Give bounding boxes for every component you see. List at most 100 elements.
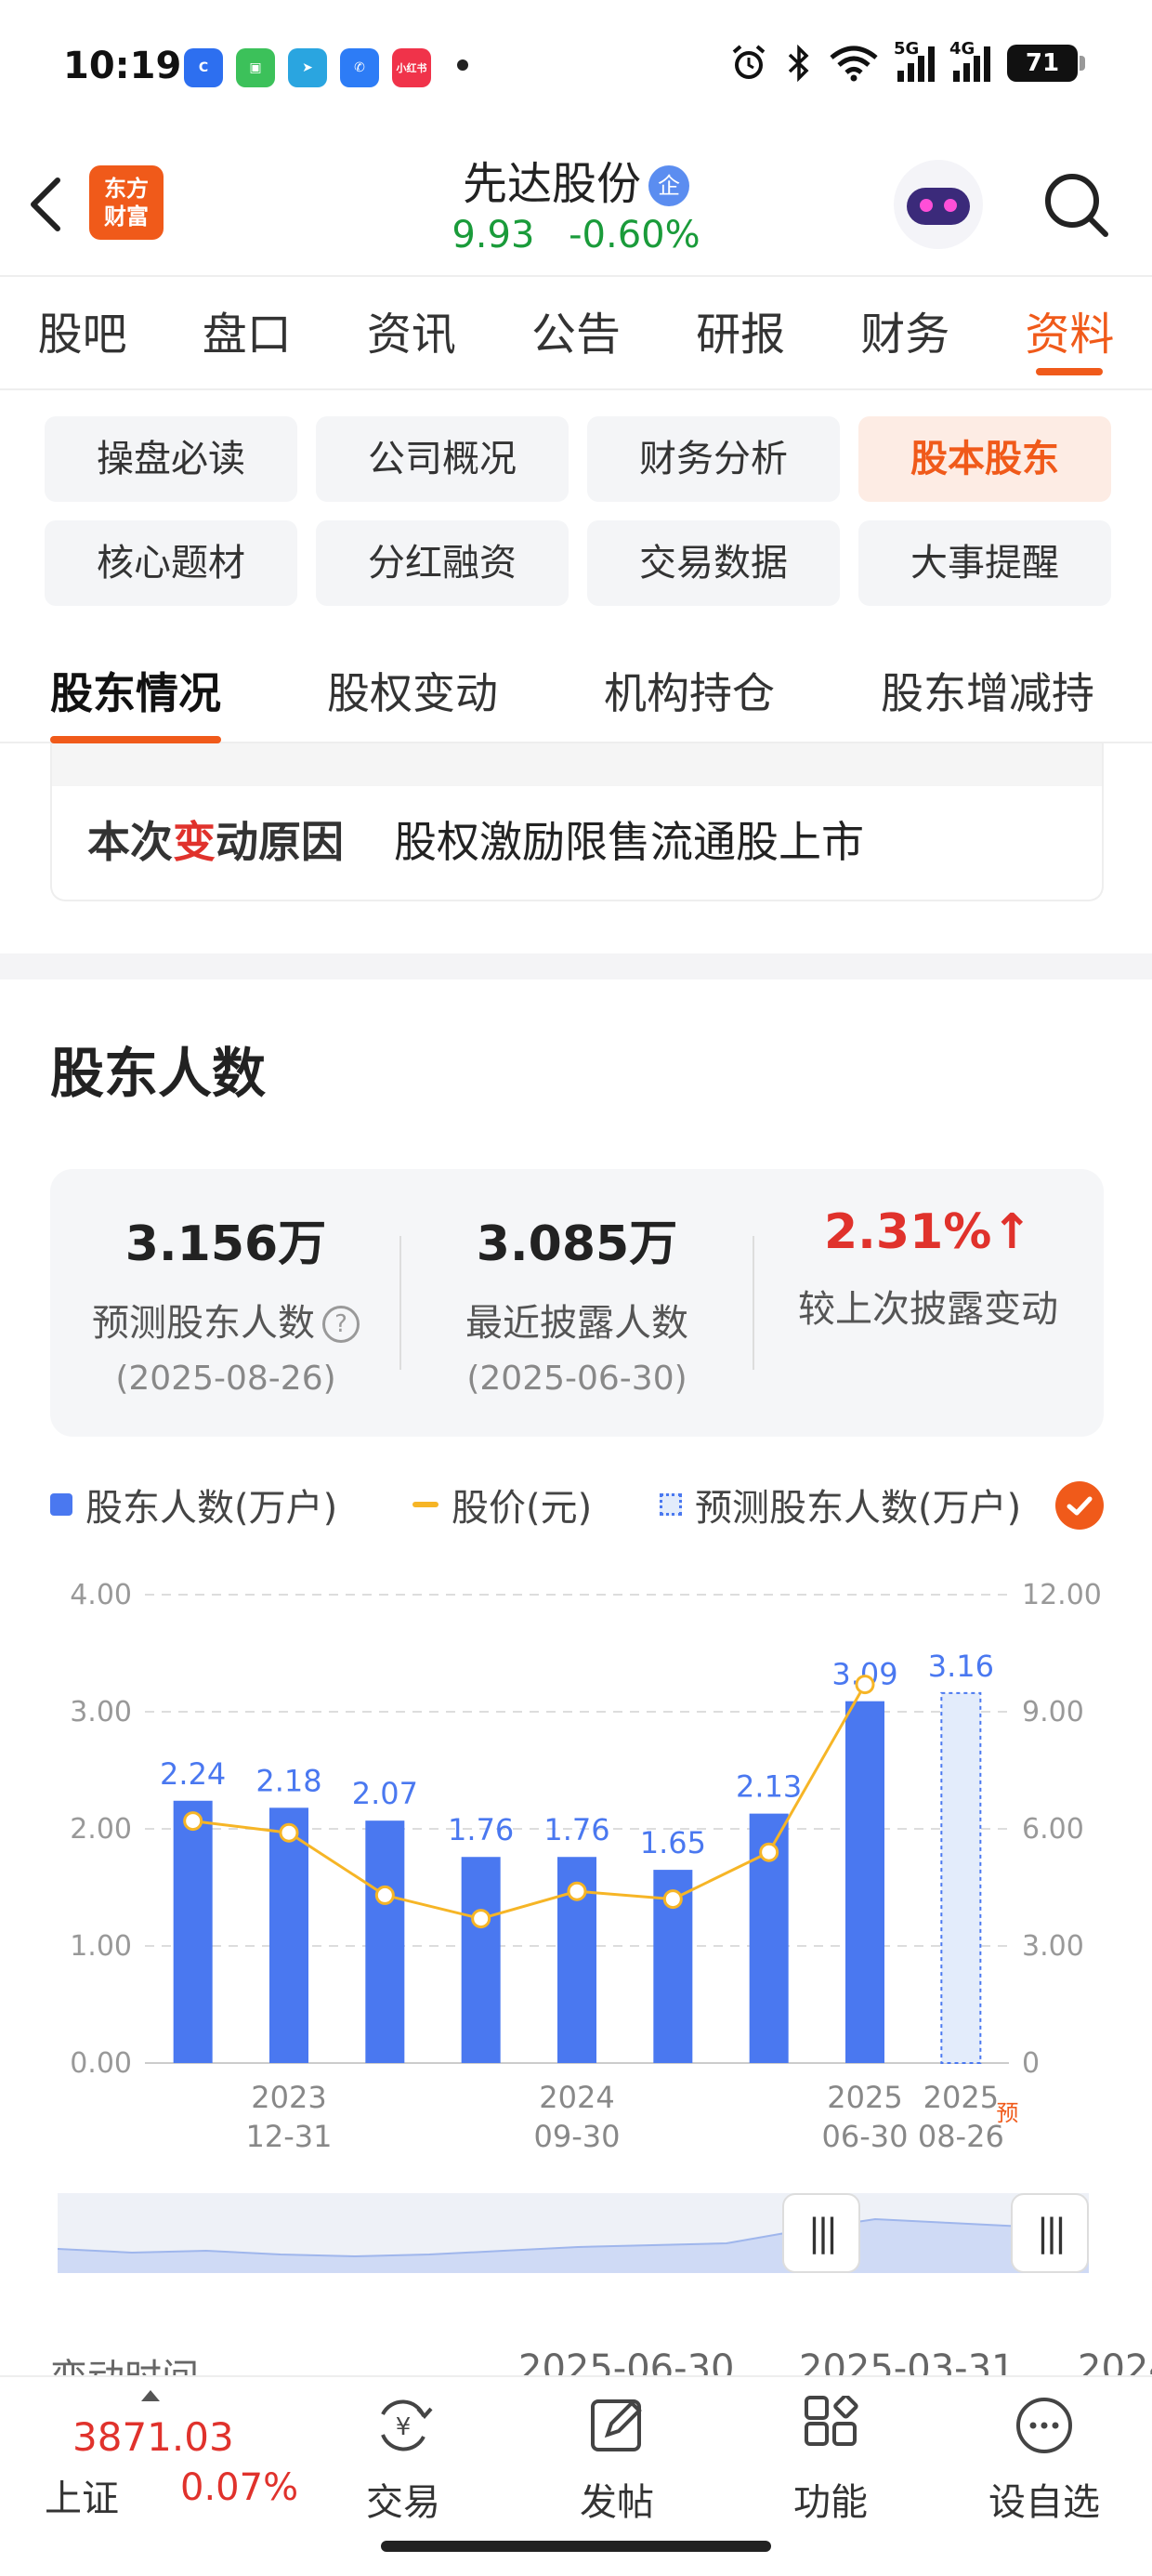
holder-tab[interactable]: 股权变动 (327, 660, 498, 721)
sub-category-pill[interactable]: 分红融资 (316, 520, 569, 606)
bar-label: 1.76 (543, 1812, 609, 1847)
xiaohongshu-icon: 小红书 (392, 48, 431, 87)
legend-forecast[interactable]: 预测股东人数(万户) (660, 1478, 1021, 1531)
main-tab[interactable]: 研报 (659, 277, 823, 388)
price-point (855, 1675, 875, 1695)
change-reason-label-a: 本次 (87, 817, 173, 867)
legend-price-label: 股价(元) (452, 1487, 593, 1530)
more-notifications-dot (457, 59, 468, 71)
y-left-tick-label: 0.00 (70, 2047, 132, 2080)
status-app-icons: C ▣ ➤ ✆ 小红书 (184, 48, 431, 87)
holder-stats-card: 3.156万 预测股东人数? (2025-08-26) 3.085万 最近披露人… (50, 1169, 1104, 1437)
slider-left-handle[interactable]: ||| (782, 2193, 860, 2273)
sub-category-pill[interactable]: 股本股东 (858, 416, 1111, 502)
index-name[interactable]: 上证 (45, 2468, 119, 2522)
stat-change-value: 2.31% (824, 1204, 992, 1260)
expand-arrow-icon[interactable] (141, 2390, 160, 2401)
holder-tab[interactable]: 机构持仓 (604, 660, 775, 721)
search-button[interactable] (1039, 167, 1113, 242)
nav-functions-label: 功能 (793, 2481, 868, 2524)
main-tab[interactable]: 资讯 (329, 277, 493, 388)
price-point (279, 1822, 299, 1843)
help-icon[interactable]: ? (322, 1306, 360, 1343)
chart-zoom-slider[interactable]: ||| ||| (58, 2193, 1089, 2273)
trade-icon: ¥ (381, 2399, 433, 2451)
wifi-icon (830, 46, 878, 82)
main-tab[interactable]: 股吧 (0, 277, 164, 388)
y-right-tick-label: 0 (1022, 2047, 1040, 2080)
legend-price[interactable]: 股价(元) (412, 1478, 592, 1531)
main-tab[interactable]: 盘口 (164, 277, 329, 388)
y-left-tick-label: 3.00 (70, 1696, 132, 1728)
more-circle-icon (1016, 2398, 1072, 2453)
bar (845, 1701, 884, 2063)
table-header-date: 2025-06-30 (518, 2347, 735, 2379)
bar-label: 2.07 (352, 1776, 418, 1811)
y-left-tick-label: 2.00 (70, 1813, 132, 1846)
sub-category-pill[interactable]: 核心题材 (45, 520, 297, 606)
app-c-icon: C (184, 48, 223, 87)
table-header-row: 变动时间 2025-06-30 2025-03-31 2024 (50, 2342, 1152, 2379)
stock-name: 先达股份 (462, 158, 641, 210)
holder-tab[interactable]: 股东增减持 (881, 660, 1094, 721)
index-value[interactable]: 3871.03 (72, 2414, 234, 2460)
section-divider (0, 953, 1152, 979)
x-tick-year: 2023 (251, 2080, 326, 2115)
nav-functions[interactable]: 功能 (766, 2396, 896, 2526)
y-right-tick-label: 9.00 (1022, 1696, 1084, 1728)
bar-label: 2.18 (255, 1763, 321, 1798)
stat-latest-label: 最近披露人数 (465, 1302, 688, 1345)
bar-label: 2.13 (736, 1769, 802, 1805)
legend-forecast-swatch (660, 1493, 682, 1516)
phone-app-icon: ✆ (340, 48, 379, 87)
card-previous-row (52, 743, 1102, 786)
x-tick-date: 12-31 (246, 2119, 333, 2154)
sub-category-pill[interactable]: 大事提醒 (858, 520, 1111, 606)
main-tab[interactable]: 资料 (988, 277, 1152, 388)
change-reason-label: 本次变动原因 (87, 817, 344, 867)
change-reason-label-b: 变 (173, 817, 216, 867)
y-right-tick-label: 3.00 (1022, 1930, 1084, 1963)
ai-assistant-avatar[interactable] (894, 160, 983, 249)
battery-icon: 71 (1007, 45, 1085, 82)
stat-change-value-wrap: 2.31%↑ (753, 1204, 1104, 1260)
price-point (567, 1881, 587, 1901)
stat-forecast: 3.156万 预测股东人数? (2025-08-26) (50, 1204, 401, 1398)
signal-5g-label: 5G (894, 39, 920, 59)
sub-category-pill[interactable]: 财务分析 (587, 416, 840, 502)
bar (269, 1807, 308, 2063)
stat-latest: 3.085万 最近披露人数 (2025-06-30) (401, 1204, 753, 1398)
index-change[interactable]: 0.07% (180, 2466, 298, 2509)
bar-label: 2.24 (160, 1756, 226, 1792)
legend-holders[interactable]: 股东人数(万户) (50, 1478, 337, 1531)
legend-holders-label: 股东人数(万户) (85, 1487, 338, 1530)
overview-sparkline (58, 2211, 1089, 2273)
stat-latest-value: 3.085万 (476, 1216, 678, 1272)
bar (461, 1857, 501, 2063)
nav-add-watchlist[interactable]: 设自选 (979, 2396, 1109, 2526)
change-reason-row: 本次变动原因 股权激励限售流通股上市 (87, 808, 864, 870)
arrow-up-icon: ↑ (991, 1204, 1032, 1260)
nav-trade[interactable]: ¥ 交易 (338, 2396, 468, 2526)
chart-legend: 股东人数(万户) 股价(元) 预测股东人数(万户) (50, 1478, 1109, 1533)
chat-app-icon: ▣ (236, 48, 275, 87)
main-tab[interactable]: 财务 (823, 277, 988, 388)
sub-category-pill[interactable]: 交易数据 (587, 520, 840, 606)
y-left-tick-label: 4.00 (70, 1579, 132, 1611)
grid-functions-icon (805, 2396, 858, 2446)
sub-category-pill[interactable]: 操盘必读 (45, 416, 297, 502)
bar (173, 1800, 213, 2063)
holders-chart: 4.00 12.00 3.00 9.00 2.00 6.00 1.00 3.00 0.00 0 2.… (70, 1579, 1102, 2154)
stat-forecast-label: 预测股东人数 (92, 1302, 315, 1345)
legend-checkbox[interactable] (1055, 1481, 1104, 1530)
holder-tab[interactable]: 股东情况 (50, 660, 221, 743)
main-tab[interactable]: 公告 (493, 277, 658, 388)
sub-category-pill[interactable]: 公司概况 (316, 416, 569, 502)
signal-5g-icon: 5G (894, 39, 935, 82)
sub-category-grid: 操盘必读 公司概况 财务分析 股本股东核心题材 分红融资 交易数据 大事提醒 (45, 416, 1111, 606)
stock-change: -0.60% (569, 214, 700, 256)
slider-right-handle[interactable]: ||| (1011, 2193, 1089, 2273)
legend-line-swatch (412, 1502, 439, 1507)
legend-forecast-label: 预测股东人数(万户) (695, 1487, 1022, 1530)
nav-post[interactable]: 发帖 (552, 2396, 682, 2526)
